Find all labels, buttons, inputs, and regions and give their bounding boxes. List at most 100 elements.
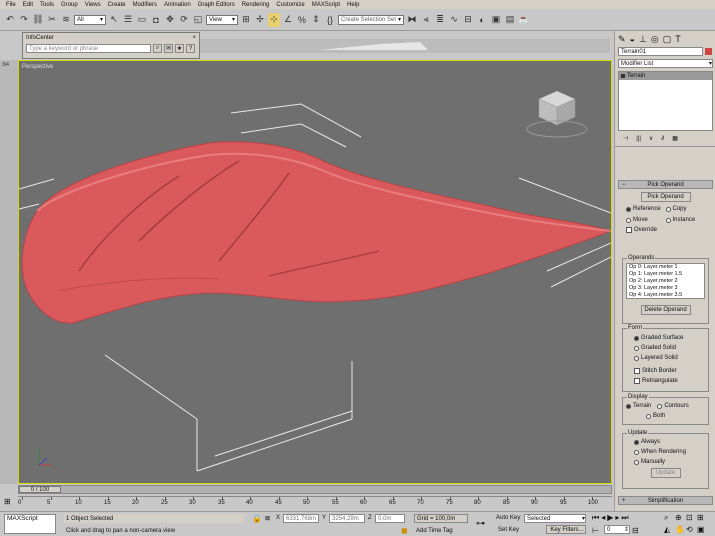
redo-icon[interactable]: ↷ <box>18 13 30 27</box>
pin-stack-icon[interactable]: ⊣ <box>623 135 628 142</box>
x-coordinate-field[interactable]: 6331,768m <box>283 514 319 523</box>
zoom-all-icon[interactable]: ⊕ <box>675 513 686 523</box>
layer-manager-icon[interactable]: ≣ <box>434 13 446 27</box>
pick-operand-rollout-header[interactable]: − Pick Operand <box>618 180 713 189</box>
reference-coordinate-dropdown[interactable]: View ▾ <box>206 14 238 25</box>
modify-tab-icon[interactable]: ◒ <box>630 34 635 44</box>
maximize-viewport-icon[interactable]: ▣ <box>697 525 708 534</box>
key-filters-button[interactable]: Key Filters... <box>546 525 586 534</box>
track-bar[interactable]: 0 5 10 15 20 25 30 35 40 45 50 55 60 65 70 75 80 85 90 95 10… <box>18 496 612 510</box>
retriangulate-checkbox[interactable]: Retriangulate <box>634 376 705 386</box>
stitch-border-checkbox[interactable]: Stitch Border <box>634 366 705 376</box>
zoom-icon[interactable]: ⌕ <box>664 513 675 523</box>
update-button[interactable]: Update <box>650 468 681 478</box>
pan-view-icon[interactable]: ✋ <box>675 525 686 534</box>
pivot-center-icon[interactable]: ⊞ <box>240 13 252 27</box>
rotate-icon[interactable]: ⟳ <box>178 13 190 27</box>
menu-views[interactable]: Views <box>85 2 101 8</box>
spinner-snap-icon[interactable]: ⇕ <box>310 13 322 27</box>
edit-named-selection-icon[interactable]: {} <box>324 13 336 27</box>
help-icon[interactable]: ? <box>186 44 195 53</box>
list-item[interactable]: Op 0: Layer.meter 1 <box>629 264 704 271</box>
simplification-rollout-header[interactable]: + Simplification <box>618 496 713 505</box>
absolute-mode-icon[interactable]: ⊠ <box>265 515 270 522</box>
configure-modifier-sets-icon[interactable]: ▦ <box>672 135 678 142</box>
bind-space-warp-icon[interactable]: ≋ <box>60 13 72 27</box>
orbit-icon[interactable]: ⟲ <box>686 525 697 534</box>
motion-tab-icon[interactable]: ◎ <box>651 34 659 45</box>
snap-toggle-icon[interactable]: ⊹ <box>268 12 280 27</box>
perspective-viewport[interactable]: Perspective <box>18 60 612 484</box>
search-icon[interactable]: ⌕ <box>153 44 162 53</box>
percent-snap-icon[interactable]: % <box>296 13 308 27</box>
key-mode-toggle-icon[interactable]: ⊢ <box>592 526 599 535</box>
stack-item-terrain[interactable]: Terrain <box>619 72 712 80</box>
y-coordinate-field[interactable]: 3254,29m <box>329 514 365 523</box>
delete-operand-button[interactable]: Delete Operand <box>640 305 691 315</box>
menu-maxscript[interactable]: MAXScript <box>312 2 340 8</box>
move-radio[interactable]: Move <box>626 215 666 225</box>
graded-surface-radio[interactable]: Graded Surface <box>634 333 705 343</box>
update-when-rendering-radio[interactable]: When Rendering <box>634 447 705 457</box>
rendered-frame-icon[interactable]: ▤ <box>504 13 516 27</box>
copy-radio[interactable]: Copy <box>665 204 706 214</box>
key-selection-dropdown[interactable]: Selected ▾ <box>524 514 586 523</box>
time-slider-track[interactable]: 0 / 100 <box>18 485 612 494</box>
update-manually-radio[interactable]: Manually <box>634 457 705 467</box>
create-tab-icon[interactable]: ✎ <box>618 34 626 45</box>
menu-animation[interactable]: Animation <box>164 2 191 8</box>
menu-group[interactable]: Group <box>61 2 78 8</box>
override-checkbox[interactable]: Override <box>618 225 713 235</box>
communication-center-icon[interactable]: ✉ <box>164 44 173 53</box>
zoom-extents-icon[interactable]: ⊡ <box>686 513 697 523</box>
go-to-start-icon[interactable]: ⏮ <box>592 513 599 523</box>
named-selection-set-dropdown[interactable]: Create Selection Set ▾ <box>338 14 404 25</box>
schematic-view-icon[interactable]: ⊟ <box>462 13 474 27</box>
display-tab-icon[interactable]: ▢ <box>663 34 672 45</box>
object-color-swatch[interactable] <box>705 48 712 55</box>
menu-modifiers[interactable]: Modifiers <box>133 2 157 8</box>
zoom-extents-all-icon[interactable]: ⊞ <box>697 513 708 523</box>
menu-edit[interactable]: Edit <box>23 2 33 8</box>
menu-tools[interactable]: Tools <box>40 2 54 8</box>
current-frame-field[interactable]: 0 ⇕ <box>604 525 630 534</box>
select-manipulate-icon[interactable]: ✢ <box>254 13 266 27</box>
window-crossing-icon[interactable]: ◘ <box>150 13 162 27</box>
list-item[interactable]: Op 2: Layer.meter 2 <box>629 278 704 285</box>
layered-solid-radio[interactable]: Layered Solid <box>634 353 705 363</box>
hierarchy-tab-icon[interactable]: ⊥ <box>639 34 647 45</box>
rectangular-region-icon[interactable]: ▭ <box>136 13 148 27</box>
menu-rendering[interactable]: Rendering <box>242 2 270 8</box>
select-object-icon[interactable]: ↖ <box>108 13 120 27</box>
menu-file[interactable]: File <box>6 2 16 8</box>
unlink-icon[interactable]: ✂ <box>46 13 58 27</box>
go-to-end-icon[interactable]: ⏭ <box>621 513 628 523</box>
display-contours-radio[interactable]: Contours <box>657 401 689 411</box>
auto-key-button[interactable]: Auto Key <box>496 515 520 521</box>
list-item[interactable]: Op 4: Layer.meter 3.5 <box>629 292 704 298</box>
display-terrain-radio[interactable]: Terrain <box>626 401 651 411</box>
field-of-view-icon[interactable]: ◭ <box>664 525 675 534</box>
favorites-icon[interactable]: ★ <box>175 44 184 53</box>
menu-graph-editors[interactable]: Graph Editors <box>198 2 235 8</box>
time-slider-thumb[interactable]: 0 / 100 <box>19 486 61 493</box>
play-icon[interactable]: ▶ <box>607 513 613 523</box>
key-mode-icon[interactable]: ⊶ <box>476 518 485 529</box>
time-configuration-icon[interactable]: ⊟ <box>632 526 639 535</box>
undo-icon[interactable]: ↶ <box>4 13 16 27</box>
graded-solid-radio[interactable]: Graded Solid <box>634 343 705 353</box>
object-name-field[interactable]: Terrain01 <box>618 47 704 56</box>
remove-modifier-icon[interactable]: ∂ <box>661 136 664 142</box>
render-setup-icon[interactable]: ▣ <box>490 13 502 27</box>
maxscript-listener[interactable]: MAXScript <box>4 514 56 534</box>
quick-render-icon[interactable]: ☕ <box>518 13 530 27</box>
add-time-tag-button[interactable]: Add Time Tag <box>416 528 453 534</box>
operands-list[interactable]: Op 0: Layer.meter 1 Op 1: Layer.meter 1.… <box>626 263 705 299</box>
viewcube-icon[interactable] <box>526 90 588 138</box>
select-by-name-icon[interactable]: ☰ <box>122 13 134 27</box>
instance-radio[interactable]: Instance <box>665 215 706 225</box>
make-unique-icon[interactable]: ∨ <box>649 135 653 142</box>
menu-create[interactable]: Create <box>108 2 126 8</box>
select-link-icon[interactable]: ⛓ <box>32 13 44 27</box>
mirror-icon[interactable]: ⧓ <box>406 13 418 27</box>
